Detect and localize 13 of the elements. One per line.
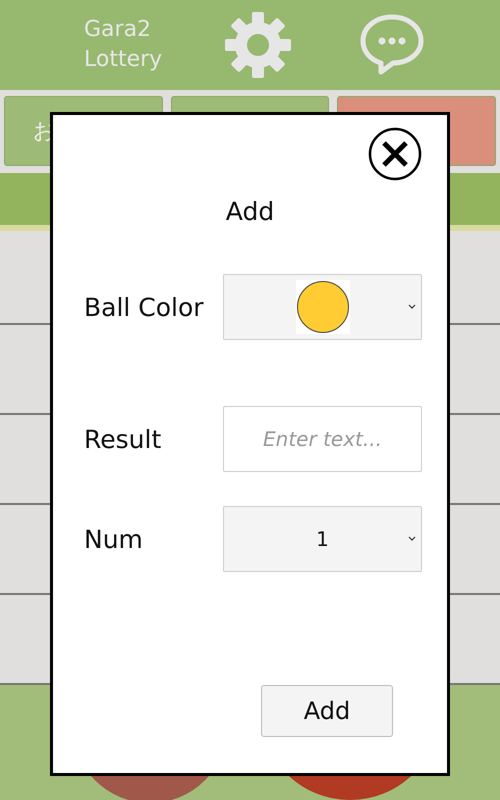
input-field[interactable]: Enter text... [223,406,422,472]
field-label: Result [84,424,162,454]
app-title: Gara2 Lottery [84,16,164,74]
add-button[interactable]: Add [261,685,393,737]
caret-icon [408,304,416,310]
dialog-title: Add [224,197,276,226]
field-label: Ball Color [84,292,204,322]
field-label: Num [84,524,143,554]
close-button[interactable] [368,127,422,181]
settings-icon[interactable] [224,11,292,79]
color-select[interactable] [223,274,422,340]
number-select[interactable]: 1 [223,506,422,572]
caret-icon [408,536,416,542]
